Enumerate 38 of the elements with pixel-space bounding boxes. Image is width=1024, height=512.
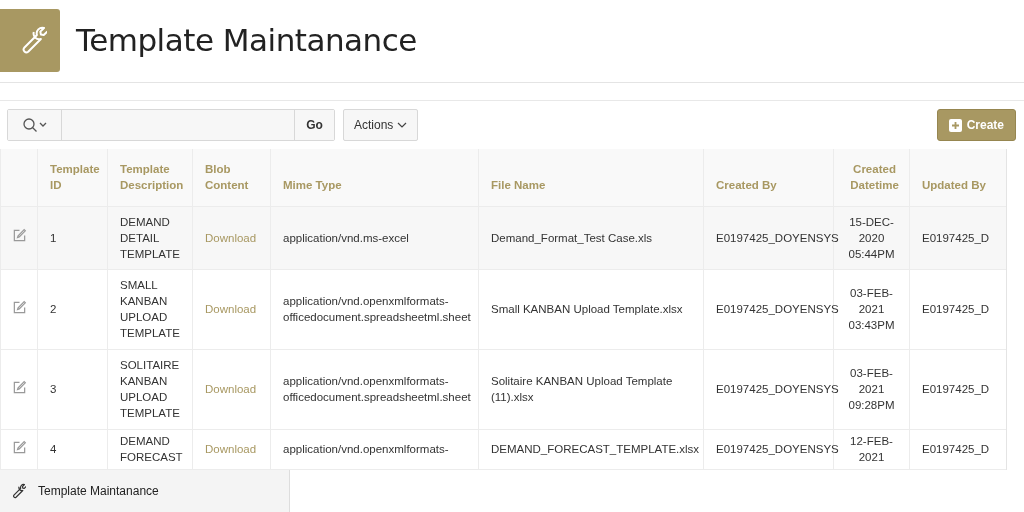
table-cell: application/vnd.ms-excel xyxy=(283,231,409,244)
table-cell: application/vnd.openxmlformats-officedocument.spreadsheetml.sheet xyxy=(283,375,471,403)
page-title: Template Maintanance xyxy=(76,22,417,58)
table-cell: E0197425_DOYENSYS xyxy=(716,383,839,395)
table-cell: application/vnd.openxmlformats- xyxy=(283,443,449,455)
table-cell: 03-FEB-2021 03:43PM xyxy=(848,287,895,331)
table-cell: 15-DEC-2020 05:44PM xyxy=(848,215,895,260)
table-cell: E0197425_DOYENSYS xyxy=(716,443,839,455)
table-cell: Small KANBAN Upload Template.xlsx xyxy=(491,303,683,315)
table-cell: E0197425_DOYENSYS xyxy=(716,303,839,315)
table-cell: DEMAND_FORECAST_TEMPLATE.xlsx xyxy=(491,443,700,455)
table-cell: DEMAND FORECAST xyxy=(120,435,183,463)
bottom-tab[interactable]: Template Maintanance xyxy=(0,470,290,512)
actions-menu-button[interactable]: Actions xyxy=(343,109,419,141)
table-cell: Solitaire KANBAN Upload Template (11).xlsx xyxy=(491,375,673,403)
table-cell: DEMAND DETAIL TEMPLATE xyxy=(120,215,180,260)
table-cell: 2 xyxy=(50,303,57,315)
table-cell: E0197425_DOYENSYS xyxy=(716,231,839,244)
table-cell: E0197425_D xyxy=(922,231,990,244)
table-cell: 03-FEB-2021 09:28PM xyxy=(848,367,895,411)
table-cell: E0197425_D xyxy=(922,383,990,395)
table-cell: E0197425_D xyxy=(922,303,990,315)
create-button[interactable]: Create xyxy=(936,109,1016,141)
download-link[interactable]: Download xyxy=(205,383,257,395)
download-link[interactable]: Download xyxy=(205,303,257,315)
download-link[interactable]: Download xyxy=(205,231,257,244)
table-cell: SMALL KANBAN UPLOAD TEMPLATE xyxy=(120,279,180,339)
table-cell: SOLITAIRE KANBAN UPLOAD TEMPLATE xyxy=(120,359,180,419)
download-link[interactable]: Download xyxy=(205,443,257,455)
table-cell: 4 xyxy=(50,443,57,455)
table-row[interactable]: 1 DEMAND DETAIL TEMPLATE Download application/vnd.ms-excel Demand_Format_Test Case.xls E0197425_DOYENSYS 15-DEC-2020 05:44PM E0197425_D xyxy=(0,206,1006,269)
table-row[interactable]: 2 SMALL KANBAN UPLOAD TEMPLATE Download application/vnd.openxmlformats-officedocument.spreadsheetml.sheet Small KANBAN Upload Template.xlsx E0197425_DOYENSYS 03-FEB-2021 03:43PM E0197425_D xyxy=(0,269,1006,349)
table-cell: 12-FEB-2021 xyxy=(850,435,893,463)
table-cell: 3 xyxy=(50,383,57,395)
table-cell: Demand_Format_Test Case.xls xyxy=(491,231,653,244)
table-cell: application/vnd.openxmlformats-officedocument.spreadsheetml.sheet xyxy=(283,295,471,323)
table-cell: 1 xyxy=(50,231,57,244)
table-cell: E0197425_D xyxy=(922,443,990,455)
